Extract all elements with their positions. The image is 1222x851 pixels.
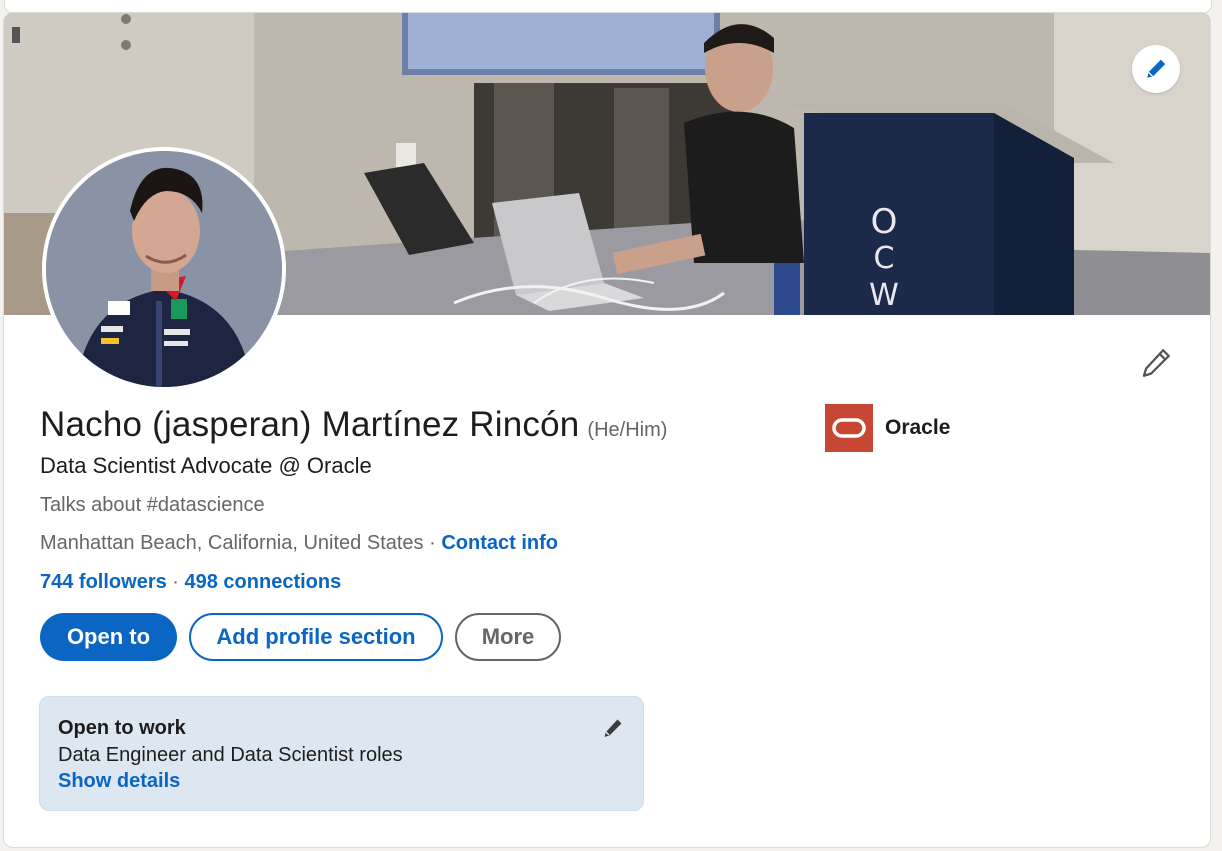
open-to-work-title: Open to work — [58, 717, 186, 739]
followers-link[interactable]: 744 followers — [40, 571, 167, 593]
add-profile-section-button[interactable]: Add profile section — [189, 613, 443, 661]
open-to-work-roles: Data Engineer and Data Scientist roles — [58, 744, 403, 766]
pronouns: (He/Him) — [587, 419, 668, 441]
company-name: Oracle — [885, 416, 951, 439]
show-details-link[interactable]: Show details — [58, 770, 180, 793]
edit-open-to-work-button[interactable] — [598, 713, 628, 743]
location-row: Manhattan Beach, California, United Stat… — [40, 532, 558, 555]
pencil-icon — [1147, 59, 1166, 78]
connections-separator: · — [172, 571, 185, 593]
pencil-icon — [604, 719, 622, 737]
oracle-logo-icon — [825, 404, 873, 452]
location: Manhattan Beach, California, United Stat… — [40, 532, 424, 554]
podium-letter-o: O — [871, 202, 898, 242]
profile-photo-image — [46, 151, 282, 387]
contact-info-link[interactable]: Contact info — [441, 532, 558, 554]
profile-headline: Data Scientist Advocate @ Oracle — [40, 453, 372, 478]
podium-letter-c: C — [874, 241, 895, 276]
open-to-button[interactable]: Open to — [40, 613, 177, 661]
name-row: Nacho (jasperan) Martínez Rincón (He/Him… — [40, 405, 667, 445]
network-row: 744 followers · 498 connections — [40, 571, 341, 594]
edit-cover-photo-button[interactable] — [1132, 45, 1180, 93]
connections-link[interactable]: 498 connections — [185, 571, 342, 593]
talks-about: Talks about #datascience — [40, 494, 265, 516]
edit-intro-button[interactable] — [1134, 341, 1178, 385]
pencil-icon — [1142, 349, 1170, 377]
location-separator: · — [423, 532, 442, 554]
profile-actions: Open to Add profile section More — [40, 613, 561, 661]
open-to-work-card: Open to work Data Engineer and Data Scie… — [39, 696, 644, 811]
more-button[interactable]: More — [455, 613, 561, 661]
current-company[interactable]: Oracle — [825, 404, 950, 452]
profile-photo[interactable] — [42, 147, 286, 391]
profile-name: Nacho (jasperan) Martínez Rincón — [40, 405, 580, 444]
podium-letter-w: W — [869, 278, 899, 313]
oracle-ring-icon — [832, 418, 866, 438]
profile-top-card: O C W Nacho (jasperan) Martínez Rincón (… — [3, 12, 1211, 848]
